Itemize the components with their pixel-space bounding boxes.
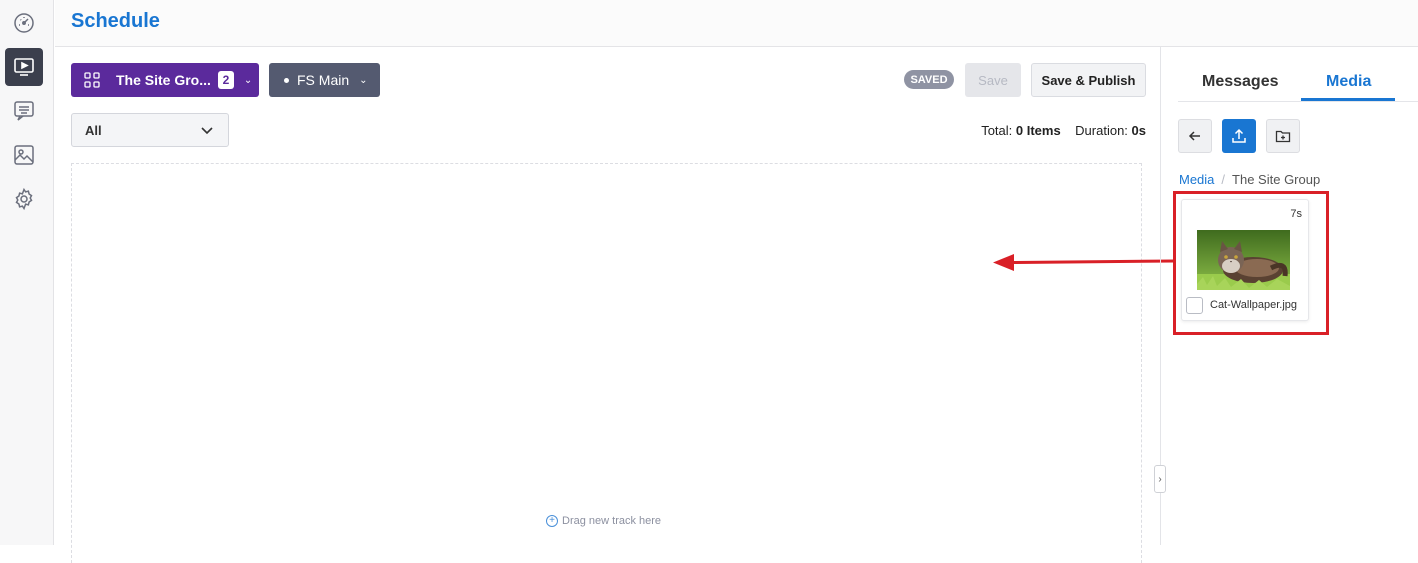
site-group-selector-button[interactable]: The Site Gro... 2 ⌄ [71,63,259,97]
grid-icon [84,72,100,88]
site-group-count-badge: 2 [217,71,234,89]
breadcrumb-current: The Site Group [1232,172,1321,187]
track-drop-zone[interactable] [71,163,1142,563]
tab-media[interactable]: Media [1326,73,1371,91]
page-title: Schedule [71,10,160,32]
add-circle-icon: + [546,515,558,527]
chevron-down-icon: ⌄ [243,74,253,86]
folder-plus-icon [1275,130,1291,143]
gear-icon [15,187,33,211]
total-items-value: 0 Items [1015,123,1061,138]
upload-icon [1232,128,1246,143]
duration-prefix: Duration: [1075,123,1128,138]
speedometer-icon [14,13,34,33]
schedule-totals: Total: 0 Items Duration: 0s [900,123,1146,138]
arrow-left-icon [1188,131,1200,141]
breadcrumb: Media / The Site Group [1179,172,1320,187]
upload-button[interactable] [1222,119,1256,153]
side-nav-rail [0,0,54,545]
channel-selector-button[interactable]: FS Main ⌄ [269,63,380,97]
back-button[interactable] [1178,119,1212,153]
new-folder-button[interactable] [1266,119,1300,153]
media-thumbnail[interactable] [1197,230,1290,290]
channel-label: FS Main [297,72,350,88]
nav-messages-button[interactable] [5,92,43,130]
chevron-down-icon: ⌄ [359,74,368,86]
save-and-publish-button[interactable]: Save & Publish [1031,63,1146,97]
nav-media-button[interactable] [5,136,43,174]
nav-settings-button[interactable] [5,180,43,218]
drag-hint: + Drag new track here [546,515,661,527]
page-header: Schedule [55,0,1418,47]
chevron-right-icon: › [1158,473,1162,485]
media-filename: Cat-Wallpaper.jpg [1210,299,1298,311]
active-tab-indicator [1301,98,1395,101]
filter-selected-value: All [85,122,102,138]
message-lines-icon [14,101,34,121]
panel-tabs: Messages Media [1178,65,1418,102]
breadcrumb-media-link[interactable]: Media [1179,172,1214,187]
breadcrumb-separator: / [1221,172,1226,187]
saved-status-badge: SAVED [904,70,954,89]
nav-dashboard-button[interactable] [5,4,43,42]
media-item-card[interactable]: 7s Cat-Wallpaper.jpg [1181,199,1309,321]
chevron-down-icon [201,127,213,135]
save-button[interactable]: Save [965,63,1021,97]
monitor-play-icon [14,58,34,76]
filter-select[interactable]: All [71,113,229,147]
duration-value: 0s [1131,123,1146,138]
status-dot-icon [284,77,289,83]
media-select-checkbox[interactable] [1186,297,1203,314]
total-prefix: Total: [981,123,1013,138]
media-duration: 7s [1290,208,1302,220]
annotation-arrow [993,254,1175,271]
nav-schedule-button[interactable] [5,48,43,86]
collapse-panel-button[interactable]: › [1154,465,1166,493]
image-icon [14,145,34,165]
site-group-label: The Site Gro... [116,72,211,88]
cat-photo-thumbnail [1197,230,1290,290]
drag-hint-text: Drag new track here [562,515,662,527]
tab-messages[interactable]: Messages [1202,73,1279,91]
